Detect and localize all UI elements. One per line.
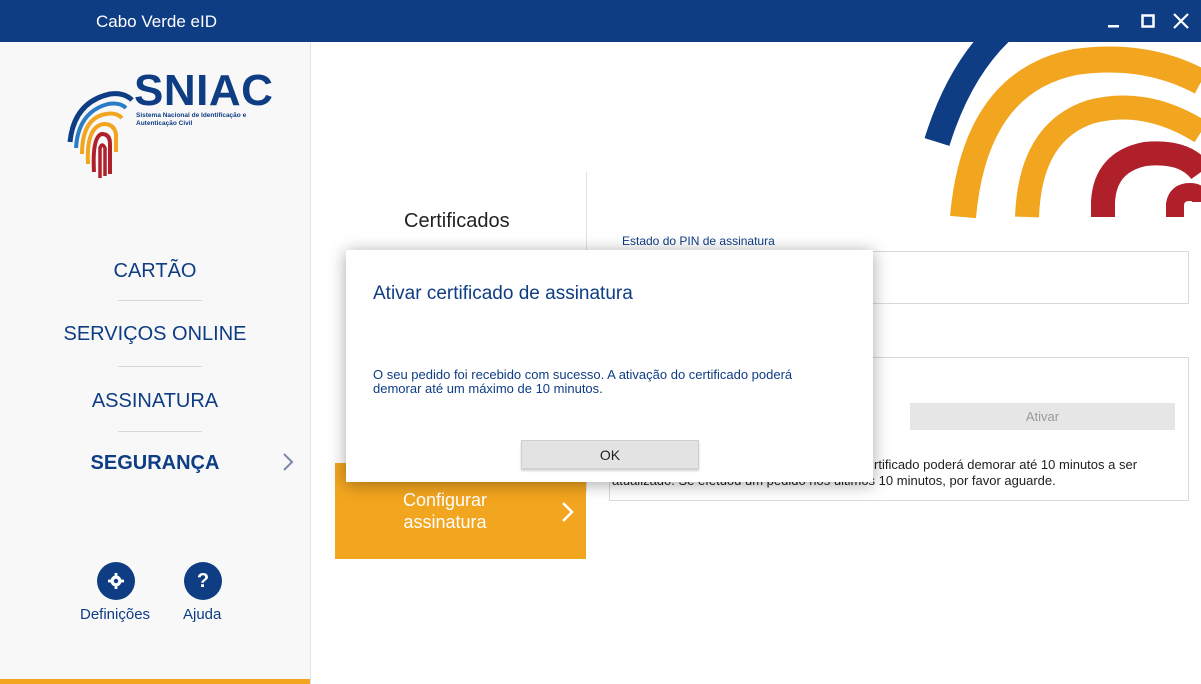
minimize-icon[interactable] [1101,8,1127,34]
help-question-icon[interactable]: ? [184,562,222,600]
activation-dialog: Ativar certificado de assinatura O seu p… [346,250,873,482]
nav-divider [118,431,202,432]
section-title: Certificados [404,210,510,232]
decorative-arcs [924,42,1201,219]
settings-gear-icon[interactable] [97,562,135,600]
dialog-title: Ativar certificado de assinatura [373,283,633,304]
chevron-right-icon [562,502,574,522]
help-label[interactable]: Ajuda [183,606,221,623]
title-bar: Cabo Verde eID [0,0,1201,42]
pin-status-label: Estado do PIN de assinatura [622,234,775,248]
configure-signature-label: Configurar assinatura [402,490,488,532]
sidebar-item-assinatura[interactable]: ASSINATURA [0,390,310,413]
sidebar-item-servicos-online[interactable]: SERVIÇOS ONLINE [0,323,310,346]
sidebar-item-seguranca[interactable]: SEGURANÇA [0,452,310,475]
chevron-right-icon [283,453,294,471]
sidebar-bottom-accent [0,679,310,684]
sidebar: SNIAC Sistema Nacional de Identificação … [0,42,311,684]
logo-title: SNIAC [134,66,274,115]
nav-divider [118,366,202,367]
sidebar-item-cartao[interactable]: CARTÃO [0,260,310,283]
sniac-logo [67,91,134,178]
maximize-icon[interactable] [1135,8,1161,34]
close-icon[interactable] [1168,8,1194,34]
ok-button[interactable]: OK [521,440,699,469]
logo-subtitle: Sistema Nacional de Identificação e Aute… [136,112,247,127]
activate-button[interactable]: Ativar [910,403,1175,430]
window-title: Cabo Verde eID [96,12,217,31]
dialog-message: O seu pedido foi recebido com sucesso. A… [373,367,793,396]
settings-label[interactable]: Definições [80,606,150,623]
nav-divider [118,300,202,301]
